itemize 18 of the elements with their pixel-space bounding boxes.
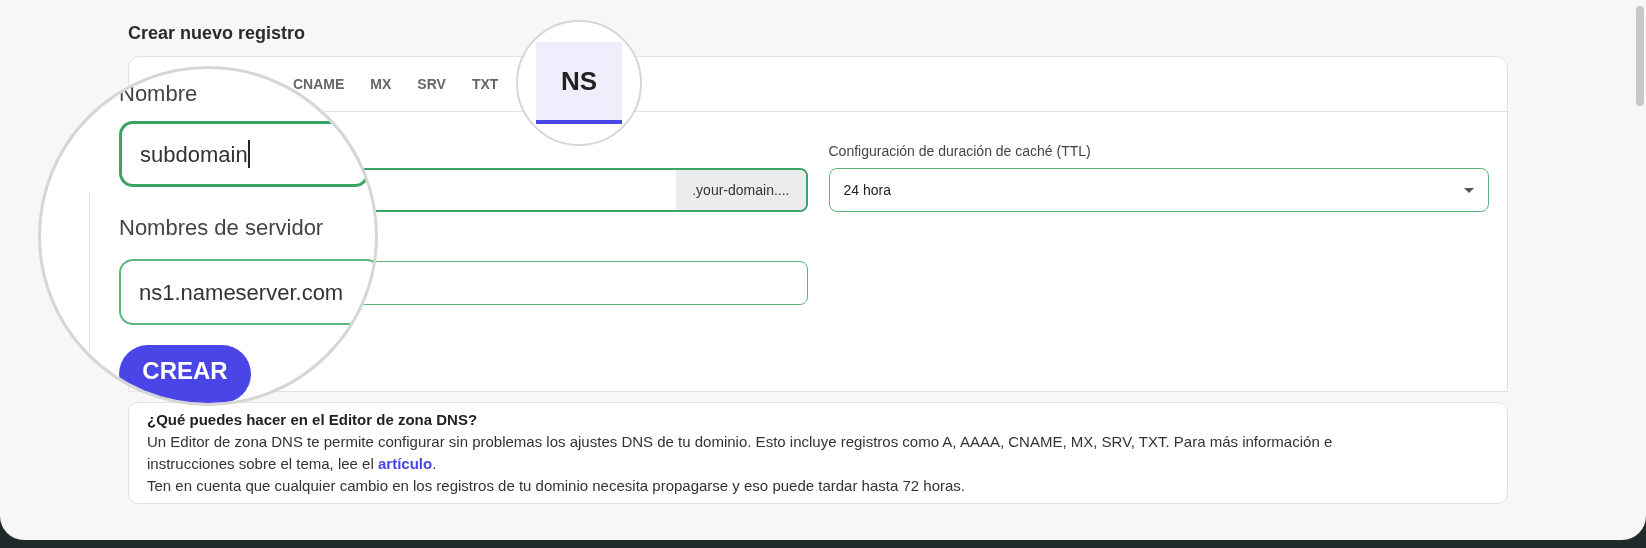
text-cursor-icon bbox=[247, 140, 250, 168]
record-type-tab[interactable]: MX bbox=[370, 73, 392, 95]
domain-suffix: .your-domain.... bbox=[676, 170, 806, 210]
nameserver-label: Nombres de servidor bbox=[119, 214, 324, 242]
info-heading: ¿Qué puedes hacer en el Editor de zona DNS? bbox=[147, 410, 479, 430]
propagation-note: Ten en cuenta que cualquier cambio en los registros de tu dominio necesita propagarse y eso puede tardar hasta 72 horas. bbox=[147, 476, 966, 496]
section-title: Crear nuevo registro bbox=[128, 22, 307, 45]
scrollbar-thumb[interactable] bbox=[1636, 6, 1644, 106]
create-button[interactable]: CREAR bbox=[119, 345, 251, 403]
record-type-tab[interactable]: SRV bbox=[417, 73, 446, 95]
record-type-tab[interactable]: CNAME bbox=[293, 73, 345, 95]
dropdown-caret-icon bbox=[1464, 187, 1474, 193]
record-type-tab[interactable]: NS bbox=[536, 42, 622, 124]
info-text: Un Editor de zona DNS te permite configurar sin problemas los ajustes DNS de tu dominio. Esto incluye registros como A, AAAA, CNAME, MX, SRV, TXT. Para más información e instrucciones sobre el tema, lee el artículo. bbox=[147, 432, 1334, 474]
record-type-tab[interactable]: TXT bbox=[471, 73, 499, 95]
ttl-select[interactable]: 24 hora bbox=[828, 168, 1489, 212]
nameserver-value-input[interactable]: ns1.nameserver.com bbox=[119, 259, 375, 325]
ttl-label: Configuración de duración de caché (TTL) bbox=[828, 142, 1092, 161]
